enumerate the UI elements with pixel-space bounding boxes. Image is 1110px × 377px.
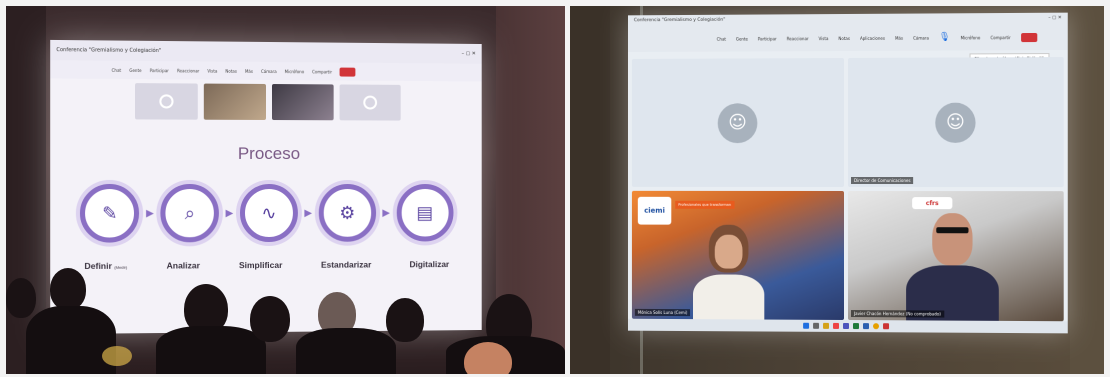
glasses [936,227,969,234]
toolbar-react: Reaccionar [786,35,809,41]
participant-thumb [135,83,198,120]
toolbar-react: Reaccionar [177,67,200,73]
window-controls: – ▢ ✕ [1048,15,1062,21]
participant-thumb-video [271,84,334,121]
toolbar-chat: Chat [111,67,122,73]
standardize-icon: ⚙ [318,184,376,242]
toolbar-notes: Notas [225,68,237,74]
process-step-labels: Definir (Medir) Analizar Simplificar Est… [50,259,481,271]
projected-teams-window: Conferencia "Gremialismo y Colegiación" … [50,39,482,335]
step-label-standardize: Estandarizar [320,259,372,270]
participant-thumb [339,84,401,121]
process-steps: ✎ ▶ ⌕ ▶ ∿ ▶ ⚙ ▶ ▤ [50,183,481,243]
start-icon [803,322,810,329]
step-label-digitalize: Digitalizar [409,259,450,270]
toolbar-people: Gente [129,67,142,73]
conference-photo-right: Conferencia "Gremialismo y Colegiación" … [570,6,1104,374]
conference-photo-left: Conferencia "Gremialismo y Colegiación" … [6,6,565,374]
toolbar-share: Compartir [990,34,1011,40]
banner: Profesionales que transforman [675,200,735,209]
toolbar-view: Vista [818,35,829,41]
arrow-icon: ▶ [146,207,154,219]
video-grid: ☺ ☺ Director de Comunicaciones ciemi Pro… [631,57,1064,326]
toolbar-join: Participar [149,67,169,73]
app-icon [833,322,840,329]
step-label-define: Definir (Medir) [84,260,128,272]
avatar-icon: ☺ [935,102,976,143]
digitalize-icon: ▤ [396,184,454,242]
toolbar-apps: Aplicaciones [859,35,886,41]
toolbar-camera: Cámara [260,68,277,74]
hangup-icon [1020,32,1038,42]
participant-tile: ☺ Director de Comunicaciones [847,57,1064,188]
toolbar-mic: Micrófono [960,34,981,40]
hangup-icon [339,67,356,77]
excel-icon [852,323,859,330]
participant-thumb-video [203,83,267,120]
microphone-icon: 🎙 [938,32,951,43]
participant-name: Director de Comunicaciones [850,177,914,185]
toolbar-view: Vista [207,68,218,74]
avatar-icon: ☺ [717,102,758,143]
analyze-icon: ⌕ [160,183,220,243]
arrow-icon: ▶ [225,207,234,219]
teams-icon [843,322,849,330]
toolbar-more: Más [244,68,253,74]
search-icon [813,322,820,329]
toolbar-notes: Notas [838,35,850,41]
toolbar-share: Compartir [312,68,333,74]
participant-tile: ☺ [631,58,845,187]
avatar-icon [159,94,174,109]
step-label-analyze: Analizar [166,260,200,271]
participant-name: Javier Chacón Hernández (No comprobado) [850,310,944,318]
arrow-icon: ▶ [304,207,313,219]
participant-name: Mónica Solís Luna (Cemi) [634,308,691,317]
teams-toolbar: Chat Gente Participar Reaccionar Vista N… [50,60,482,82]
projected-teams-window: Conferencia "Gremialismo y Colegiación" … [627,12,1068,334]
toolbar-people: Gente [735,36,748,42]
participant-thumbnails [50,83,481,121]
window-title: Conferencia "Gremialismo y Colegiación" [633,17,726,24]
toolbar-join: Participar [757,35,777,41]
window-controls: – ▢ ✕ [461,50,476,57]
cfrs-logo: cfrs [912,197,953,210]
ciemi-logo: ciemi [637,196,672,225]
participant-tile-video: ciemi Profesionales que transforman Móni… [631,190,845,325]
step-label-simplify: Simplificar [238,259,283,271]
arrow-icon: ▶ [382,207,390,219]
simplify-icon: ∿ [239,183,298,243]
define-icon: ✎ [80,183,140,243]
toolbar-camera: Cámara [913,35,929,41]
toolbar-chat: Chat [716,36,726,42]
chrome-icon [873,323,880,330]
folder-icon [823,322,830,329]
teams-toolbar: Chat Gente Participar Reaccionar Vista N… [627,23,1068,53]
word-icon [863,323,870,330]
window-title: Conferencia "Gremialismo y Colegiación" [56,47,162,55]
toolbar-mic: Micrófono [284,68,305,74]
app-icon [883,323,890,330]
slide-title: Proceso [237,143,301,164]
windows-taskbar [627,318,1068,334]
toolbar-more: Más [895,35,904,41]
avatar-icon [363,95,378,110]
participant-tile-video: cfrs Javier Chacón Hernández (No comprob… [847,191,1064,326]
